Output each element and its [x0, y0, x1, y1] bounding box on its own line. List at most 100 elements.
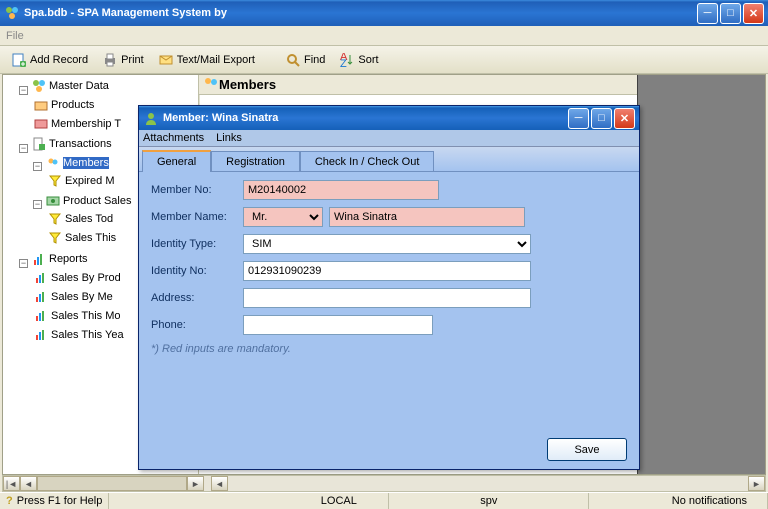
close-button[interactable]: ✕ [743, 3, 764, 24]
chart-icon [33, 270, 49, 286]
maximize-button[interactable]: □ [720, 3, 741, 24]
sort-button[interactable]: AZ Sort [334, 49, 383, 71]
add-record-label: Add Record [30, 54, 88, 66]
scroll-first-icon[interactable]: |◄ [3, 476, 20, 491]
dialog-minimize-button[interactable]: ─ [568, 108, 589, 129]
folder-icon [31, 78, 47, 94]
tree-products[interactable]: Products [33, 97, 94, 113]
tree-expired[interactable]: Expired M [47, 173, 115, 189]
chart-icon [33, 308, 49, 324]
address-input[interactable] [243, 288, 531, 308]
list-title: Members [219, 77, 649, 92]
menu-links[interactable]: Links [216, 132, 242, 144]
card-icon [33, 116, 49, 132]
statusbar: ? Press F1 for Help LOCAL spv No notific… [0, 492, 768, 509]
tree-product-sales[interactable]: Product Sales [45, 193, 131, 209]
tree-master-data[interactable]: Master Data [31, 78, 109, 94]
tree-sales-by-me[interactable]: Sales By Me [33, 289, 113, 305]
person-icon [143, 110, 159, 126]
tree-sales-today[interactable]: Sales Tod [47, 211, 113, 227]
scroll-right2-icon[interactable]: ► [748, 476, 765, 491]
textmail-label: Text/Mail Export [177, 54, 255, 66]
app-icon [4, 5, 20, 21]
sort-icon: AZ [339, 52, 355, 68]
dialog-titlebar[interactable]: Member: Wina Sinatra ─ □ ✕ [139, 106, 639, 130]
list-grey-area [637, 75, 765, 474]
doc-icon [31, 136, 47, 152]
mandatory-hint: *) Red inputs are mandatory. [151, 343, 627, 355]
tab-registration[interactable]: Registration [211, 151, 300, 172]
notif-cell: No notifications [666, 493, 768, 509]
tree-transactions[interactable]: Transactions [31, 136, 112, 152]
tab-strip: General Registration Check In / Check Ou… [139, 147, 639, 171]
people-icon [45, 155, 61, 171]
tree-sales-by-prod[interactable]: Sales By Prod [33, 270, 121, 286]
people-icon [203, 76, 219, 93]
collapse-icon[interactable]: − [33, 200, 42, 209]
collapse-icon[interactable]: − [33, 162, 42, 171]
tree-members[interactable]: Members [45, 155, 109, 171]
filter-icon [47, 173, 63, 189]
textmail-button[interactable]: Text/Mail Export [153, 49, 260, 71]
tree-membership[interactable]: Membership T [33, 116, 121, 132]
mail-icon [158, 52, 174, 68]
chart-icon [33, 327, 49, 343]
tab-panel-general: Member No: Member Name: Mr. Identity Typ… [139, 171, 639, 469]
tree-reports[interactable]: Reports [31, 251, 88, 267]
print-label: Print [121, 54, 144, 66]
collapse-icon[interactable]: − [19, 259, 28, 268]
scroll-left2-icon[interactable]: ◄ [211, 476, 228, 491]
minimize-button[interactable]: ─ [697, 3, 718, 24]
add-record-button[interactable]: Add Record [6, 49, 93, 71]
identity-no-label: Identity No: [151, 265, 243, 277]
toolbar: Add Record Print Text/Mail Export Find A… [0, 46, 768, 74]
save-button[interactable]: Save [547, 438, 627, 461]
dialog-maximize-button[interactable]: □ [591, 108, 612, 129]
phone-label: Phone: [151, 319, 243, 331]
print-button[interactable]: Print [97, 49, 149, 71]
sort-label: Sort [358, 54, 378, 66]
tab-general[interactable]: General [142, 150, 211, 172]
horizontal-scrollbar[interactable]: |◄ ◄ ► ◄ ► [2, 475, 766, 492]
menu-file[interactable]: File [6, 30, 24, 42]
mode-cell: LOCAL [289, 493, 389, 509]
filter-icon [47, 211, 63, 227]
help-text: Press F1 for Help [17, 495, 103, 507]
tree-sales-this[interactable]: Sales This [47, 230, 116, 246]
scroll-right-icon[interactable]: ► [187, 476, 204, 491]
dialog-close-button[interactable]: ✕ [614, 108, 635, 129]
find-icon [285, 52, 301, 68]
dialog-menu: Attachments Links [139, 130, 639, 147]
member-name-label: Member Name: [151, 211, 243, 223]
tree-sales-this-yea[interactable]: Sales This Yea [33, 327, 124, 343]
money-icon [45, 193, 61, 209]
address-label: Address: [151, 292, 243, 304]
menubar: File [0, 26, 768, 46]
chart-icon [31, 251, 47, 267]
member-dialog: Member: Wina Sinatra ─ □ ✕ Attachments L… [138, 105, 640, 470]
collapse-icon[interactable]: − [19, 144, 28, 153]
chart-icon [33, 289, 49, 305]
identity-no-input[interactable] [243, 261, 531, 281]
member-name-input[interactable] [329, 207, 525, 227]
help-icon: ? [6, 495, 13, 507]
salutation-select[interactable]: Mr. [243, 207, 323, 227]
main-titlebar: Spa.bdb - SPA Management System by ─ □ ✕ [0, 0, 768, 26]
member-no-input[interactable] [243, 180, 439, 200]
tab-checkin[interactable]: Check In / Check Out [300, 151, 435, 172]
scroll-left-icon[interactable]: ◄ [20, 476, 37, 491]
products-icon [33, 97, 49, 113]
identity-type-label: Identity Type: [151, 238, 243, 250]
identity-type-select[interactable]: SIM [243, 234, 531, 254]
print-icon [102, 52, 118, 68]
filter-icon [47, 230, 63, 246]
phone-input[interactable] [243, 315, 433, 335]
find-label: Find [304, 54, 325, 66]
collapse-icon[interactable]: − [19, 86, 28, 95]
dialog-title: Member: Wina Sinatra [163, 112, 568, 124]
svg-text:Z: Z [340, 58, 347, 67]
tree-sales-this-mo[interactable]: Sales This Mo [33, 308, 121, 324]
member-no-label: Member No: [151, 184, 243, 196]
find-button[interactable]: Find [280, 49, 330, 71]
menu-attachments[interactable]: Attachments [143, 132, 204, 144]
